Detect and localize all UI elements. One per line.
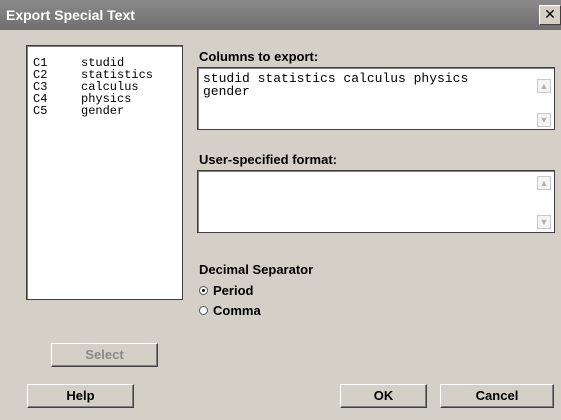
- radio-checked-icon: [199, 286, 208, 295]
- comma-label: Comma: [213, 303, 261, 318]
- radio-unchecked-icon: [199, 306, 208, 315]
- user-format-field[interactable]: ▲ ▼: [197, 170, 555, 233]
- column-name: gender: [81, 104, 125, 118]
- scroll-up-icon[interactable]: ▲: [537, 176, 551, 190]
- ok-button[interactable]: OK: [340, 384, 427, 408]
- scroll-down-icon[interactable]: ▼: [537, 113, 551, 127]
- scroll-down-icon[interactable]: ▼: [537, 215, 551, 229]
- period-label: Period: [213, 283, 254, 298]
- columns-to-export-field[interactable]: studid statistics calculus physics gende…: [197, 67, 555, 130]
- select-button[interactable]: Select: [51, 343, 158, 367]
- decimal-separator-label: Decimal Separator: [199, 262, 314, 277]
- cancel-button[interactable]: Cancel: [440, 384, 554, 408]
- columns-to-export-label: Columns to export:: [199, 49, 319, 64]
- columns-listbox[interactable]: C1 studid C2 statistics C3 calculus C4 p…: [26, 45, 183, 300]
- export-special-text-dialog: Export Special Text ✕ C1 studid C2 stati…: [0, 0, 561, 420]
- title-bar: Export Special Text ✕: [0, 0, 561, 30]
- close-icon[interactable]: ✕: [539, 5, 561, 25]
- period-radio[interactable]: Period: [199, 283, 253, 298]
- columns-to-export-value: studid statistics calculus physics gende…: [203, 71, 469, 99]
- user-format-label: User-specified format:: [199, 152, 337, 167]
- column-id: C5: [33, 104, 48, 118]
- list-item[interactable]: C5 gender: [27, 105, 182, 117]
- comma-radio[interactable]: Comma: [199, 303, 261, 318]
- dialog-title: Export Special Text: [6, 7, 135, 23]
- help-button[interactable]: Help: [27, 384, 134, 408]
- scroll-up-icon[interactable]: ▲: [537, 79, 551, 93]
